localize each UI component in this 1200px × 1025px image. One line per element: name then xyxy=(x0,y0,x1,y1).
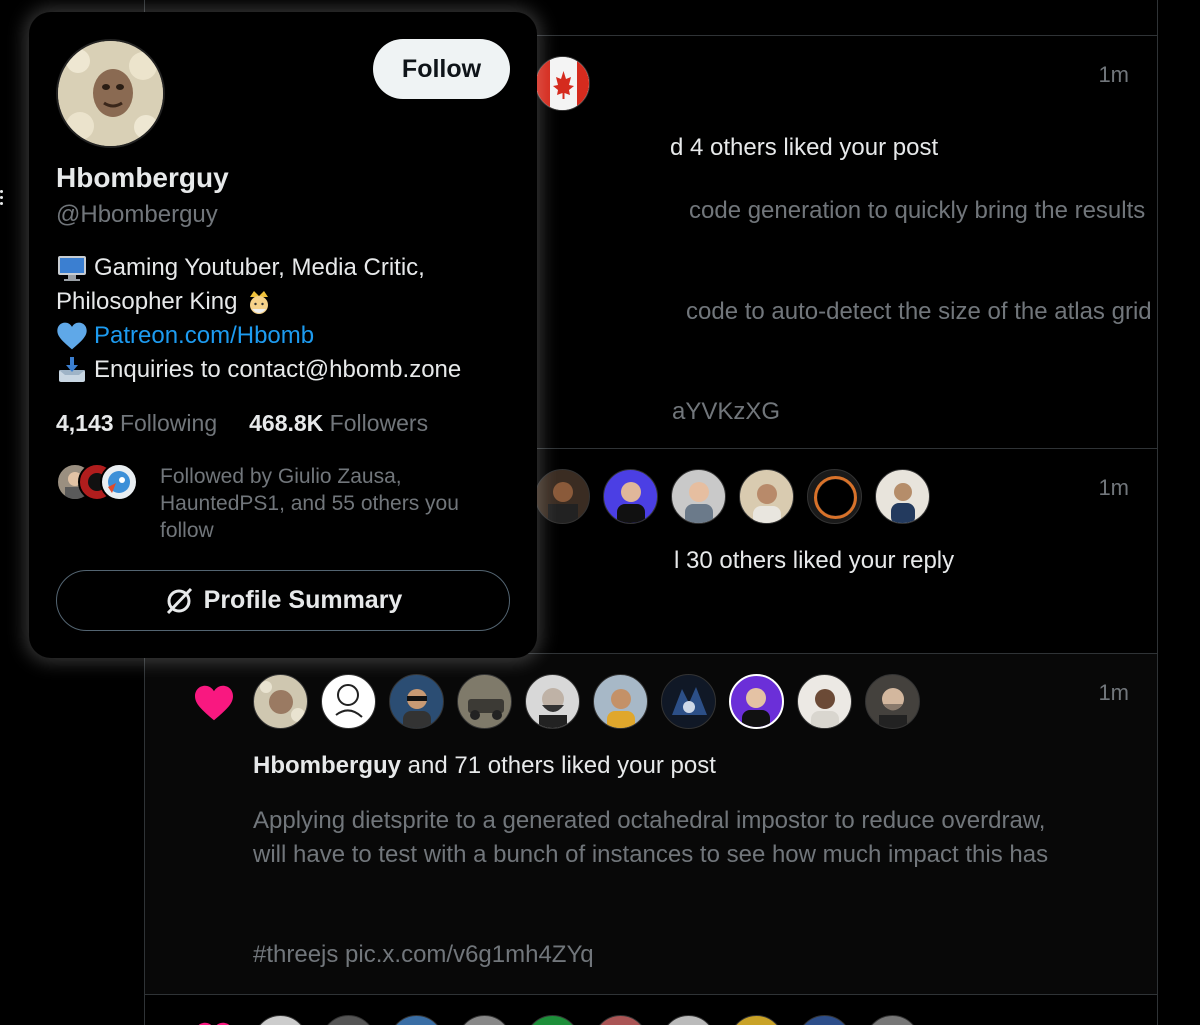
user-avatar[interactable] xyxy=(671,469,726,524)
post-link[interactable]: aYVKzXG xyxy=(672,398,780,426)
liker-avatars xyxy=(535,469,930,524)
notification-time: 1m xyxy=(1098,62,1129,87)
user-avatar[interactable] xyxy=(661,674,716,729)
profile-handle[interactable]: @Hbomberguy xyxy=(56,201,218,229)
followers-stat[interactable]: 468.8K Followers xyxy=(249,410,428,437)
bio-text: Gaming Youtuber, Media Critic, xyxy=(94,254,425,281)
post-text-line: code to auto-detect the size of the atla… xyxy=(686,298,1152,325)
post-link[interactable]: #threejs pic.x.com/v6g1mh4ZYq xyxy=(253,941,594,969)
notification-item[interactable] xyxy=(145,995,1157,1025)
user-avatar[interactable] xyxy=(253,674,308,729)
user-avatar[interactable] xyxy=(321,1015,376,1025)
user-avatar[interactable] xyxy=(457,674,512,729)
notification-summary: Hbomberguy and 71 others liked your post xyxy=(253,752,716,780)
user-avatar[interactable] xyxy=(253,1015,308,1025)
bio-text: Philosopher King xyxy=(56,288,238,315)
user-avatar[interactable] xyxy=(603,469,658,524)
notification-time: 1m xyxy=(1098,680,1129,705)
heart-icon xyxy=(198,1022,230,1025)
profile-summary-label: Profile Summary xyxy=(203,586,403,614)
actor-name[interactable]: Hbomberguy xyxy=(253,752,401,779)
user-avatar[interactable] xyxy=(875,469,930,524)
notification-time: 1m xyxy=(1098,475,1129,500)
liked-text: and 71 others liked your post xyxy=(401,752,716,779)
followed-by[interactable]: Followed by Giulio Zausa, HauntedPS1, an… xyxy=(56,463,490,544)
profile-name[interactable]: Hbomberguy xyxy=(56,162,229,194)
notification-summary: l 30 others liked your reply xyxy=(674,547,955,574)
profile-summary-button[interactable]: Profile Summary xyxy=(56,570,510,631)
user-avatar[interactable] xyxy=(865,1015,920,1025)
follow-button[interactable]: Follow xyxy=(373,39,510,99)
followed-by-text: Followed by Giulio Zausa, HauntedPS1, an… xyxy=(160,465,459,542)
user-avatar[interactable] xyxy=(525,1015,580,1025)
post-text-line: code generation to quickly bring the res… xyxy=(689,197,1146,224)
user-avatar[interactable] xyxy=(729,1015,784,1025)
post-text: Applying dietsprite to a generated octah… xyxy=(253,807,1049,868)
user-avatar[interactable] xyxy=(593,1015,648,1025)
user-avatar[interactable] xyxy=(797,674,852,729)
followers-count: 468.8K xyxy=(249,410,324,436)
followers-label: Followers xyxy=(329,410,429,436)
user-avatar[interactable] xyxy=(661,1015,716,1025)
computer-icon xyxy=(58,256,86,281)
profile-avatar[interactable] xyxy=(56,39,165,148)
user-avatar[interactable] xyxy=(729,674,784,729)
user-avatar[interactable] xyxy=(535,56,590,111)
heart-icon xyxy=(195,685,233,721)
inbox-tray-icon xyxy=(59,357,85,382)
following-count: 4,143 xyxy=(56,410,114,436)
liker-avatars xyxy=(253,674,920,729)
king-emoji-icon xyxy=(250,291,269,314)
following-stat[interactable]: 4,143 Following xyxy=(56,410,217,437)
user-avatar[interactable] xyxy=(457,1015,512,1025)
user-avatar[interactable] xyxy=(797,1015,852,1025)
liker-avatars xyxy=(253,1015,920,1025)
user-avatar[interactable] xyxy=(525,674,580,729)
bio-text: Enquiries to contact@hbomb.zone xyxy=(94,356,462,383)
following-label: Following xyxy=(119,410,218,436)
profile-stats: 4,143 Following 468.8K Followers xyxy=(56,410,428,437)
notification-item[interactable]: 1m Hbomberguy and 71 others liked your p… xyxy=(145,654,1157,995)
user-avatar xyxy=(100,463,138,501)
user-avatar[interactable] xyxy=(389,1015,444,1025)
profile-hover-card: Follow Hbomberguy @Hbomberguy Gaming You… xyxy=(29,12,537,658)
user-avatar[interactable] xyxy=(807,469,862,524)
user-avatar[interactable] xyxy=(739,469,794,524)
blue-heart-icon xyxy=(57,322,87,350)
user-avatar[interactable] xyxy=(593,674,648,729)
grok-slash-icon xyxy=(166,587,192,614)
notification-summary: d 4 others liked your post xyxy=(670,134,939,161)
bio-link[interactable]: Patreon.com/Hbomb xyxy=(94,319,314,353)
user-avatar[interactable] xyxy=(865,674,920,729)
side-edge-marker xyxy=(0,190,4,208)
user-avatar[interactable] xyxy=(389,674,444,729)
user-avatar[interactable] xyxy=(535,469,590,524)
profile-bio: Gaming Youtuber, Media Critic, Philosoph… xyxy=(56,251,526,387)
mutual-avatars xyxy=(56,463,138,544)
user-avatar[interactable] xyxy=(321,674,376,729)
